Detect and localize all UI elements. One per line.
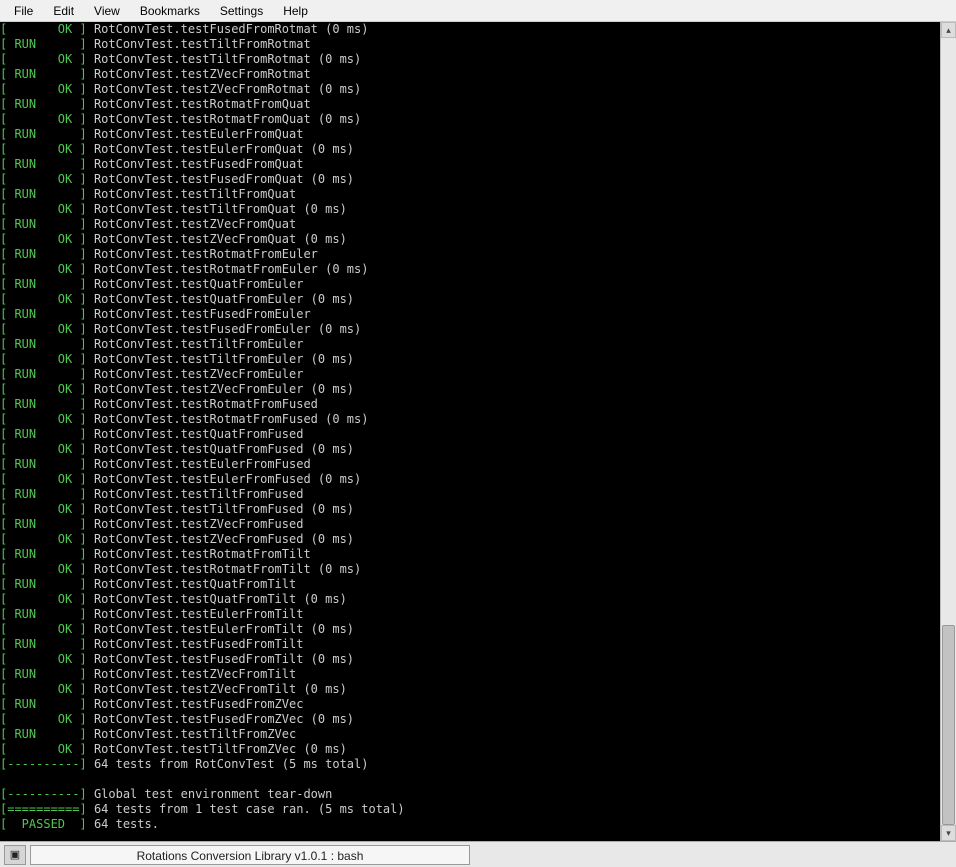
terminal-line: [ RUN ] RotConvTest.testTiltFromQuat — [0, 187, 940, 202]
terminal-line: [ OK ] RotConvTest.testRotmatFromTilt (0… — [0, 562, 940, 577]
terminal-line: [ OK ] RotConvTest.testEulerFromQuat (0 … — [0, 142, 940, 157]
terminal[interactable]: [ OK ] RotConvTest.testFusedFromRotmat (… — [0, 22, 940, 841]
terminal-line: [ OK ] RotConvTest.testQuatFromEuler (0 … — [0, 292, 940, 307]
terminal-line: [ OK ] RotConvTest.testRotmatFromEuler (… — [0, 262, 940, 277]
terminal-line: [ OK ] RotConvTest.testRotmatFromFused (… — [0, 412, 940, 427]
scroll-track[interactable] — [941, 38, 956, 825]
terminal-line: [ RUN ] RotConvTest.testEulerFromTilt — [0, 607, 940, 622]
terminal-line: [ RUN ] RotConvTest.testTiltFromEuler — [0, 337, 940, 352]
terminal-line: [ OK ] RotConvTest.testZVecFromRotmat (0… — [0, 82, 940, 97]
menubar: FileEditViewBookmarksSettingsHelp — [0, 0, 956, 22]
terminal-line: [ OK ] RotConvTest.testFusedFromZVec (0 … — [0, 712, 940, 727]
terminal-line: [ OK ] RotConvTest.testEulerFromTilt (0 … — [0, 622, 940, 637]
terminal-line: [ RUN ] RotConvTest.testTiltFromZVec — [0, 727, 940, 742]
terminal-line: [==========] 64 tests from 1 test case r… — [0, 802, 940, 817]
terminal-line: [ OK ] RotConvTest.testQuatFromFused (0 … — [0, 442, 940, 457]
menu-settings[interactable]: Settings — [210, 2, 273, 20]
terminal-line: [ OK ] RotConvTest.testQuatFromTilt (0 m… — [0, 592, 940, 607]
terminal-line: [ RUN ] RotConvTest.testEulerFromQuat — [0, 127, 940, 142]
terminal-line: [ RUN ] RotConvTest.testTiltFromRotmat — [0, 37, 940, 52]
terminal-line: [ OK ] RotConvTest.testRotmatFromQuat (0… — [0, 112, 940, 127]
terminal-line: [ OK ] RotConvTest.testTiltFromFused (0 … — [0, 502, 940, 517]
terminal-line: [ RUN ] RotConvTest.testFusedFromTilt — [0, 637, 940, 652]
terminal-line: [ RUN ] RotConvTest.testZVecFromQuat — [0, 217, 940, 232]
menu-file[interactable]: File — [4, 2, 43, 20]
terminal-line: [ OK ] RotConvTest.testFusedFromQuat (0 … — [0, 172, 940, 187]
task-button[interactable]: Rotations Conversion Library v1.0.1 : ba… — [30, 845, 470, 865]
terminal-line: [ OK ] RotConvTest.testZVecFromTilt (0 m… — [0, 682, 940, 697]
terminal-line: [ OK ] RotConvTest.testZVecFromFused (0 … — [0, 532, 940, 547]
scroll-up-icon[interactable]: ▴ — [941, 22, 956, 38]
terminal-line: [ RUN ] RotConvTest.testQuatFromTilt — [0, 577, 940, 592]
terminal-line: [ RUN ] RotConvTest.testQuatFromEuler — [0, 277, 940, 292]
terminal-line — [0, 772, 940, 787]
terminal-line: [----------] Global test environment tea… — [0, 787, 940, 802]
scroll-down-icon[interactable]: ▾ — [941, 825, 956, 841]
terminal-line: [ RUN ] RotConvTest.testZVecFromEuler — [0, 367, 940, 382]
terminal-line: [ OK ] RotConvTest.testFusedFromEuler (0… — [0, 322, 940, 337]
terminal-line: [ RUN ] RotConvTest.testZVecFromRotmat — [0, 67, 940, 82]
terminal-line: [ RUN ] RotConvTest.testRotmatFromQuat — [0, 97, 940, 112]
menu-edit[interactable]: Edit — [43, 2, 84, 20]
taskbar: ▣ Rotations Conversion Library v1.0.1 : … — [0, 841, 956, 867]
terminal-line: [ RUN ] RotConvTest.testZVecFromTilt — [0, 667, 940, 682]
terminal-line: [ OK ] RotConvTest.testTiltFromEuler (0 … — [0, 352, 940, 367]
terminal-line: [----------] 64 tests from RotConvTest (… — [0, 757, 940, 772]
terminal-line: [ PASSED ] 64 tests. — [0, 817, 940, 832]
terminal-line: [ OK ] RotConvTest.testFusedFromRotmat (… — [0, 22, 940, 37]
menu-help[interactable]: Help — [273, 2, 318, 20]
terminal-line: [ OK ] RotConvTest.testZVecFromQuat (0 m… — [0, 232, 940, 247]
terminal-line: [ RUN ] RotConvTest.testQuatFromFused — [0, 427, 940, 442]
terminal-line: [ OK ] RotConvTest.testEulerFromFused (0… — [0, 472, 940, 487]
terminal-wrap: [ OK ] RotConvTest.testFusedFromRotmat (… — [0, 22, 956, 841]
menu-view[interactable]: View — [84, 2, 130, 20]
terminal-line: [ RUN ] RotConvTest.testRotmatFromTilt — [0, 547, 940, 562]
scroll-thumb[interactable] — [942, 625, 955, 825]
terminal-line: [ OK ] RotConvTest.testTiltFromQuat (0 m… — [0, 202, 940, 217]
terminal-line: [ RUN ] RotConvTest.testFusedFromQuat — [0, 157, 940, 172]
terminal-line: [ OK ] RotConvTest.testZVecFromEuler (0 … — [0, 382, 940, 397]
terminal-line: [ RUN ] RotConvTest.testRotmatFromFused — [0, 397, 940, 412]
terminal-line: [ RUN ] RotConvTest.testZVecFromFused — [0, 517, 940, 532]
terminal-line: [ RUN ] RotConvTest.testTiltFromFused — [0, 487, 940, 502]
launcher-button[interactable]: ▣ — [4, 845, 26, 865]
terminal-line: [ RUN ] RotConvTest.testRotmatFromEuler — [0, 247, 940, 262]
menu-bookmarks[interactable]: Bookmarks — [130, 2, 210, 20]
scrollbar[interactable]: ▴ ▾ — [940, 22, 956, 841]
terminal-line: [ OK ] RotConvTest.testTiltFromZVec (0 m… — [0, 742, 940, 757]
terminal-line: [ OK ] RotConvTest.testFusedFromTilt (0 … — [0, 652, 940, 667]
terminal-line: [ OK ] RotConvTest.testTiltFromRotmat (0… — [0, 52, 940, 67]
terminal-icon: ▣ — [10, 848, 20, 861]
terminal-line: [ RUN ] RotConvTest.testEulerFromFused — [0, 457, 940, 472]
terminal-line: [ RUN ] RotConvTest.testFusedFromZVec — [0, 697, 940, 712]
terminal-line: [ RUN ] RotConvTest.testFusedFromEuler — [0, 307, 940, 322]
